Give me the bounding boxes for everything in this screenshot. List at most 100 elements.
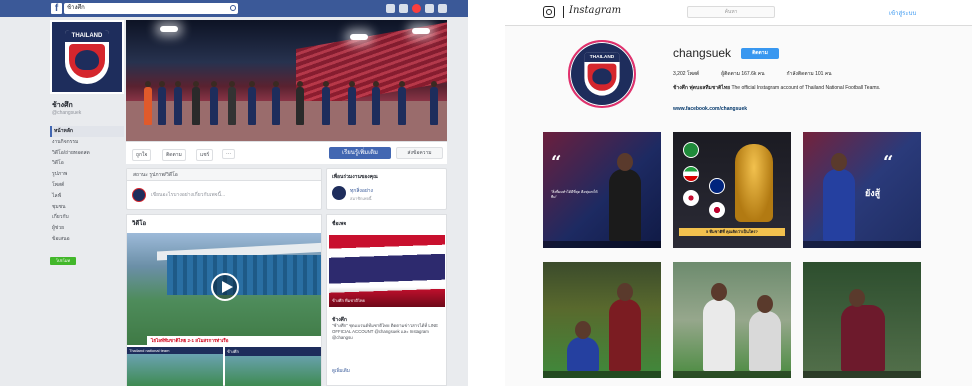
nav-item-posts[interactable]: โพสต์ <box>50 180 124 191</box>
play-icon[interactable] <box>211 273 239 301</box>
video-thumbnail-label: ช้างศึก <box>225 347 321 356</box>
side-box-people: เพื่อนร่วมงานของคุณ ทุกสิ่งอย่าง สมาชิกเ… <box>326 168 447 210</box>
see-more-link[interactable]: ดูเพิ่มเติม <box>332 367 350 374</box>
facebook-profile-picture[interactable]: THAILAND <box>50 20 124 94</box>
instagram-profile-picture[interactable]: THAILAND <box>568 40 636 108</box>
player-figure <box>348 81 356 125</box>
player-figure <box>192 81 200 125</box>
follow-button[interactable]: ติดตาม <box>741 48 779 59</box>
player-figure <box>322 81 330 125</box>
like-button[interactable]: ถูกใจ <box>132 149 152 161</box>
instagram-profile-panel: Instagram ค้นหา เข้าสู่ระบบ THAILAND cha… <box>505 0 972 386</box>
nav-item-live[interactable]: วิดีโอ/ถ่ายทอดสด <box>50 148 124 159</box>
trophy-image <box>735 144 773 222</box>
post-composer[interactable]: สถานะ รูปภาพ/วิดีโอ เขียนอะไรบางอย่างเกี… <box>126 168 322 210</box>
post-tile[interactable] <box>803 262 921 378</box>
player-figure <box>703 283 735 371</box>
nav-item-about[interactable]: เกี่ยวกับ <box>50 212 124 223</box>
player-figure <box>430 81 438 125</box>
player-figure <box>248 81 256 125</box>
crest-text: THAILAND <box>65 30 109 42</box>
followers-count[interactable]: ผู้ติดตาม 167.6k คน <box>721 70 764 78</box>
profile-bio: ช้างศึก ฟุตบอลทีมชาติไทย The official In… <box>673 85 913 92</box>
nav-item-offers[interactable]: ข้อเสนอ <box>50 234 124 245</box>
facebook-top-bar: f ช้างศึก <box>0 0 468 17</box>
login-link[interactable]: เข้าสู่ระบบ <box>889 8 916 18</box>
facebook-page-panel: f ช้างศึก THAILAND ช้างศึก @changsuek หน… <box>0 0 468 386</box>
send-message-button[interactable]: ส่งข้อความ <box>396 147 443 159</box>
share-button[interactable]: แชร์ <box>196 149 214 161</box>
posts-count: 3,202 โพสต์ <box>673 71 700 77</box>
nav-item-events[interactable]: งานกิจกรรม <box>50 137 124 148</box>
follow-button[interactable]: ติดตาม <box>162 149 186 161</box>
sponsor-strip <box>803 371 921 378</box>
learn-more-button[interactable]: เรียนรู้เพิ่มเติม <box>329 147 391 159</box>
nav-item-home[interactable]: หน้าหลัก <box>50 126 124 137</box>
player-figure <box>372 81 380 125</box>
player-figure <box>210 81 218 125</box>
account-menu-icon[interactable] <box>438 4 447 13</box>
side-box-name[interactable]: ทุกสิ่งอย่าง <box>350 187 373 195</box>
thailand-crest-logo: THAILAND <box>584 52 620 96</box>
nav-item-photos[interactable]: รูปภาพ <box>50 169 124 180</box>
player-figure <box>749 295 781 371</box>
composer-tabs[interactable]: สถานะ รูปภาพ/วิดีโอ <box>127 169 321 181</box>
instagram-username: changsuek <box>673 46 732 60</box>
facebook-logo[interactable]: f <box>51 3 62 14</box>
avatar[interactable] <box>332 186 346 200</box>
side-box-sub: สมาชิกเพจนี้ <box>350 196 372 201</box>
video-thumbnail[interactable]: Thailand national team <box>127 347 223 386</box>
flag-icon <box>683 190 699 206</box>
featured-video[interactable]: ไฮไลท์ทีมชาติไทย 2-1 สโมสรการท่าเรือ <box>127 233 321 345</box>
flag-icon <box>683 166 699 182</box>
nav-item-community[interactable]: ชุมชน <box>50 202 124 213</box>
videos-section: วิดีโอ ไฮไลท์ทีมชาติไทย 2-1 สโมสรการท่าเ… <box>126 214 322 386</box>
post-tile[interactable] <box>673 262 791 378</box>
nav-item-videos[interactable]: วิดีโอ <box>50 158 124 169</box>
sponsor-strip <box>673 371 791 378</box>
composer-input[interactable]: เขียนอะไรบางอย่างเกี่ยวกับเพจนี้... <box>151 191 225 199</box>
facebook-top-icons <box>386 4 447 13</box>
player-figure <box>567 321 599 371</box>
bio-link[interactable]: www.facebook.com/changsuek <box>673 106 747 112</box>
instagram-search-input[interactable]: ค้นหา <box>687 6 775 18</box>
following-count[interactable]: กำลังติดตาม 101 คน <box>787 70 832 78</box>
video-thumbnail[interactable]: ช้างศึก <box>225 347 321 386</box>
player-figure <box>228 81 236 125</box>
nav-item-assistant[interactable]: ผู้ช่วย <box>50 223 124 234</box>
player-figure <box>841 289 885 371</box>
nav-item-live-videos[interactable]: ไลฟ์ <box>50 191 124 202</box>
side-post-body: "ช้างศึก" ชุดแบรนด์ทีมชาติไทย ติดตามข่าว… <box>332 323 438 340</box>
floodlight <box>160 26 178 32</box>
post-tile[interactable]: “ "สิ่งที่ผมทำได้ดีที่สุด คือทุ่มเทให้ที… <box>543 132 661 248</box>
player-figure <box>398 81 406 125</box>
stadium-stand <box>167 255 321 295</box>
post-caption: "สิ่งที่ผมทำได้ดีที่สุด คือทุ่มเทให้ทีม" <box>551 190 598 199</box>
friend-requests-icon[interactable] <box>386 4 395 13</box>
quote-mark: “ <box>551 152 562 173</box>
post-tile[interactable]: “ ยังสู้ <box>803 132 921 248</box>
help-icon[interactable] <box>425 4 434 13</box>
player-figure <box>158 81 166 125</box>
video-thumbnail-label: Thailand national team <box>127 347 223 354</box>
instagram-wordmark[interactable]: Instagram <box>569 5 621 16</box>
facebook-search-input[interactable]: ช้างศึก <box>64 3 238 14</box>
side-box-post: ชื่อเพจ ช้างศึก ทีมชาติไทย ช้างศึก "ช้าง… <box>326 214 447 386</box>
facebook-cover-photo[interactable] <box>126 20 447 141</box>
flag-icon <box>709 202 725 218</box>
messenger-icon[interactable] <box>399 4 408 13</box>
bio-text: The official Instagram account of Thaila… <box>731 85 881 91</box>
post-tile[interactable] <box>543 262 661 378</box>
sponsor-strip <box>543 241 661 248</box>
bio-name: ช้างศึก ฟุตบอลทีมชาติไทย <box>673 85 731 91</box>
divider <box>563 6 564 18</box>
notifications-icon[interactable] <box>412 4 421 13</box>
more-button[interactable]: ··· <box>222 149 235 159</box>
post-tile[interactable]: 5 ทีมชาติที่ คุณคิดว่าเป็นใคร? <box>673 132 791 248</box>
search-icon[interactable] <box>230 5 236 11</box>
flag-icon <box>709 178 725 194</box>
facebook-page-actions: ถูกใจ ติดตาม แชร์ ··· เรียนรู้เพิ่มเติม … <box>126 141 447 164</box>
quote-mark: “ <box>883 152 894 173</box>
promote-button[interactable]: โปรโมท <box>50 257 76 265</box>
instagram-camera-icon[interactable] <box>543 6 555 18</box>
